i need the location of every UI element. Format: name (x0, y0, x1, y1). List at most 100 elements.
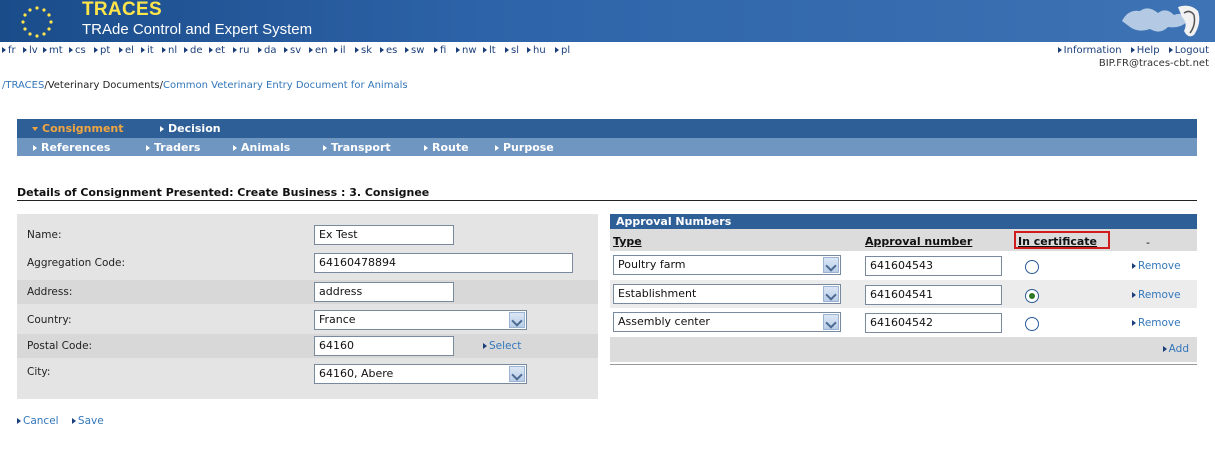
lang-link-nw[interactable]: nw (456, 45, 477, 56)
lang-link-mt[interactable]: mt (43, 45, 63, 56)
lang-link-sw[interactable]: sw (405, 45, 424, 56)
remove-link[interactable]: Remove (1132, 289, 1181, 301)
in-certificate-radio[interactable] (1025, 317, 1039, 331)
in-certificate-radio-selected[interactable] (1025, 289, 1039, 303)
remove-link[interactable]: Remove (1132, 260, 1181, 272)
lang-link-pl[interactable]: pl (555, 45, 570, 56)
chevron-down-icon[interactable] (509, 312, 525, 328)
chevron-down-icon[interactable] (823, 286, 839, 302)
lang-link-hu[interactable]: hu (527, 45, 546, 56)
lang-link-fi[interactable]: fi (434, 45, 446, 56)
form-row-country: Country: France (17, 308, 598, 332)
country-value: France (319, 313, 356, 326)
postal-code-input[interactable]: 64160 (314, 336, 454, 356)
address-input[interactable]: address (314, 282, 454, 302)
remove-link[interactable]: Remove (1132, 317, 1181, 329)
tab-decision[interactable]: Decision (160, 122, 221, 135)
lang-link-es[interactable]: es (380, 45, 397, 56)
lang-link-sl[interactable]: sl (505, 45, 519, 56)
lang-link-it[interactable]: it (141, 45, 154, 56)
approval-type-select[interactable]: Establishment (613, 284, 841, 304)
column-header-in-certificate[interactable]: In certificate (1018, 235, 1097, 248)
lang-link-da[interactable]: da (258, 45, 276, 56)
lang-link-sk[interactable]: sk (355, 45, 372, 56)
top-links: Information Help Logout (1052, 45, 1209, 56)
approval-number-input[interactable]: 641604541 (865, 285, 1002, 305)
aggregation-code-label: Aggregation Code: (27, 257, 126, 269)
subtab-references[interactable]: References (33, 141, 110, 154)
lang-link-el[interactable]: el (119, 45, 134, 56)
approval-number-input[interactable]: 641604542 (865, 313, 1002, 333)
chevron-down-icon[interactable] (823, 314, 839, 330)
name-input[interactable]: Ex Test (314, 225, 454, 245)
brand-name: TRACES (82, 0, 162, 20)
section-divider (17, 200, 1197, 201)
subtab-route[interactable]: Route (424, 141, 469, 154)
form-row-postal: Postal Code: 64160 Select (17, 334, 598, 358)
subtab-traders[interactable]: Traders (146, 141, 200, 154)
information-link[interactable]: Information (1057, 45, 1122, 56)
approval-footer: Add (610, 337, 1197, 362)
column-header-type[interactable]: Type (613, 235, 642, 248)
breadcrumb-cved-animals[interactable]: Common Veterinary Entry Document for Ani… (163, 80, 408, 91)
form-actions: Cancel Save (17, 415, 114, 427)
approval-divider (610, 364, 1197, 365)
country-label: Country: (27, 314, 72, 326)
lang-link-il[interactable]: il (334, 45, 346, 56)
breadcrumb-root[interactable]: /TRACES (2, 80, 44, 91)
aggregation-code-input[interactable]: 64160478894 (314, 253, 573, 273)
lang-link-fr[interactable]: fr (2, 45, 16, 56)
chevron-down-icon[interactable] (823, 257, 839, 273)
approval-column-headers: Type Approval number In certificate - (610, 229, 1197, 251)
lang-link-lv[interactable]: lv (23, 45, 38, 56)
language-bar: fr lv mt cs pt el it nl de et ru da sv e… (0, 42, 1215, 60)
lang-link-ru[interactable]: ru (233, 45, 249, 56)
approval-type-select[interactable]: Poultry farm (613, 255, 841, 275)
approval-type-value: Assembly center (618, 315, 710, 328)
address-label: Address: (27, 286, 73, 298)
country-select[interactable]: France (314, 310, 527, 330)
chevron-down-icon[interactable] (509, 366, 525, 382)
section-title: Details of Consignment Presented: Create… (17, 186, 430, 199)
column-header-extra: - (1146, 236, 1150, 249)
subtab-animals[interactable]: Animals (233, 141, 290, 154)
user-email: BIP.FR@traces-cbt.net (1098, 58, 1209, 69)
brand-tagline: TRAde Control and Expert System (82, 21, 313, 38)
select-postal-link[interactable]: Select (483, 340, 521, 352)
form-row-aggregation: Aggregation Code: 64160478894 (17, 251, 598, 275)
eu-stars-logo-icon (21, 6, 53, 38)
lang-link-sv[interactable]: sv (284, 45, 301, 56)
approval-number-input[interactable]: 641604543 (865, 256, 1002, 276)
tab-consignment[interactable]: Consignment (32, 122, 124, 135)
city-select[interactable]: 64160, Abere (314, 364, 527, 384)
breadcrumb: /TRACES/Veterinary Documents/Common Vete… (2, 80, 408, 91)
form-row-address: Address: address (17, 280, 598, 304)
logout-link[interactable]: Logout (1168, 45, 1209, 56)
form-row-city: City: 64160, Abere (17, 360, 598, 384)
in-certificate-radio[interactable] (1025, 260, 1039, 274)
lang-link-et[interactable]: et (209, 45, 225, 56)
lang-link-nl[interactable]: nl (162, 45, 177, 56)
lang-link-lt[interactable]: lt (483, 45, 496, 56)
cancel-link[interactable]: Cancel (17, 415, 59, 427)
lang-link-de[interactable]: de (184, 45, 203, 56)
map-logo-icon (1122, 5, 1200, 37)
approval-row: Assembly center 641604542 Remove (610, 308, 1197, 336)
approval-type-value: Poultry farm (618, 258, 686, 271)
lang-link-cs[interactable]: cs (69, 45, 86, 56)
column-header-approval-number[interactable]: Approval number (865, 235, 972, 248)
name-label: Name: (27, 229, 62, 241)
save-link[interactable]: Save (71, 415, 104, 427)
subtab-transport[interactable]: Transport (323, 141, 391, 154)
lang-link-pt[interactable]: pt (94, 45, 110, 56)
city-value: 64160, Abere (319, 367, 394, 380)
approval-type-select[interactable]: Assembly center (613, 312, 841, 332)
breadcrumb-veterinary-documents[interactable]: Veterinary Documents (48, 80, 160, 91)
city-label: City: (27, 366, 51, 378)
header-banner: TRACES TRAde Control and Expert System (0, 0, 1215, 42)
add-approval-link[interactable]: Add (1162, 343, 1189, 355)
help-link[interactable]: Help (1130, 45, 1160, 56)
lang-link-en[interactable]: en (309, 45, 328, 56)
postal-code-label: Postal Code: (27, 340, 93, 352)
subtab-purpose[interactable]: Purpose (495, 141, 554, 154)
